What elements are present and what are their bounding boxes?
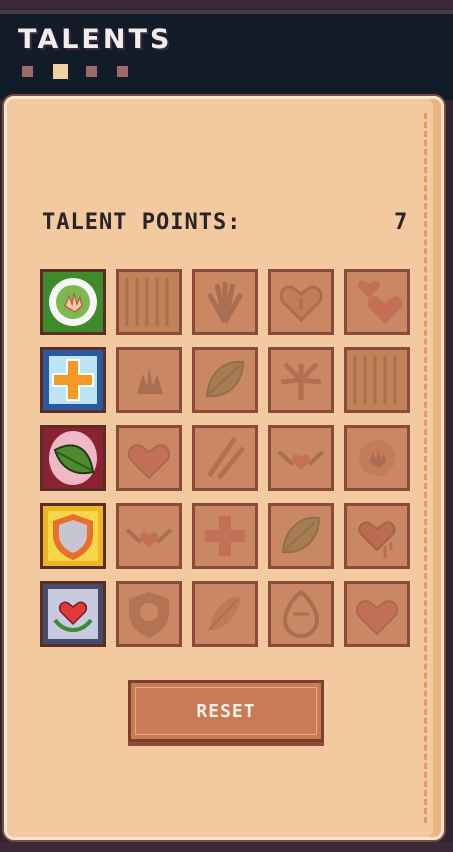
panel-stitch — [424, 113, 431, 823]
talent-slot-r2-c1[interactable] — [40, 347, 106, 413]
page-dot-3[interactable] — [86, 66, 97, 77]
laurel-heart-icon — [43, 584, 103, 644]
wood-texture-icon — [347, 350, 407, 410]
hand-flame-icon — [119, 350, 179, 410]
heart-icon — [119, 428, 179, 488]
hand-ring-icon — [43, 272, 103, 332]
leaf-icon — [195, 350, 255, 410]
talent-slot-r1-c2[interactable] — [116, 269, 182, 335]
talent-points-label: TALENT POINTS: — [42, 210, 242, 235]
skull-shield-icon — [119, 584, 179, 644]
talent-slot-r5-c3[interactable] — [192, 581, 258, 647]
talent-slot-r3-c4[interactable] — [268, 425, 334, 491]
page-title: TALENTS — [18, 24, 173, 55]
page-dot-2-active[interactable] — [53, 64, 68, 79]
talent-slot-r1-c3[interactable] — [192, 269, 258, 335]
claw-icon — [195, 428, 255, 488]
leaf-icon — [271, 506, 331, 566]
cross-icon — [195, 506, 255, 566]
talent-slot-r4-c2[interactable] — [116, 503, 182, 569]
winged-heart-icon — [119, 506, 179, 566]
page-indicator — [22, 64, 148, 79]
talent-slot-r4-c1[interactable] — [40, 503, 106, 569]
talent-slot-r4-c3[interactable] — [192, 503, 258, 569]
talent-slot-r3-c5[interactable] — [344, 425, 410, 491]
page-dot-4[interactable] — [117, 66, 128, 77]
hand-heal-icon — [347, 428, 407, 488]
heart-icon — [347, 584, 407, 644]
top-edge — [0, 0, 453, 8]
wood-texture-icon — [119, 272, 179, 332]
talent-points-value: 7 — [394, 210, 408, 235]
bottom-edge — [0, 842, 453, 852]
talent-slot-r3-c1[interactable] — [40, 425, 106, 491]
talent-slot-r1-c5[interactable] — [344, 269, 410, 335]
hand-fan-icon — [195, 272, 255, 332]
feather-icon — [195, 584, 255, 644]
talent-slot-r2-c4[interactable] — [268, 347, 334, 413]
talent-slot-r3-c2[interactable] — [116, 425, 182, 491]
totem-icon — [271, 584, 331, 644]
shield-icon — [43, 506, 103, 566]
talent-slot-r3-c3[interactable] — [192, 425, 258, 491]
talent-slot-r2-c3[interactable] — [192, 347, 258, 413]
talent-slot-r2-c5[interactable] — [344, 347, 410, 413]
talent-slot-r4-c4[interactable] — [268, 503, 334, 569]
winged-heart-icon — [271, 428, 331, 488]
talent-slot-r2-c2[interactable] — [116, 347, 182, 413]
medical-cross-icon — [43, 350, 103, 410]
double-heart-icon — [347, 272, 407, 332]
talent-slot-r5-c2[interactable] — [116, 581, 182, 647]
leaf-aura-icon — [43, 428, 103, 488]
reset-button[interactable]: RESET — [128, 680, 324, 742]
heart-spiral-icon — [271, 272, 331, 332]
page-dot-1[interactable] — [22, 66, 33, 77]
talent-slot-r4-c5[interactable] — [344, 503, 410, 569]
talent-slot-r1-c4[interactable] — [268, 269, 334, 335]
dripping-heart-icon — [347, 506, 407, 566]
talent-slot-r5-c5[interactable] — [344, 581, 410, 647]
talent-slot-r1-c1[interactable] — [40, 269, 106, 335]
hand-burst-icon — [271, 350, 331, 410]
talent-slot-r5-c4[interactable] — [268, 581, 334, 647]
talent-slot-r5-c1[interactable] — [40, 581, 106, 647]
